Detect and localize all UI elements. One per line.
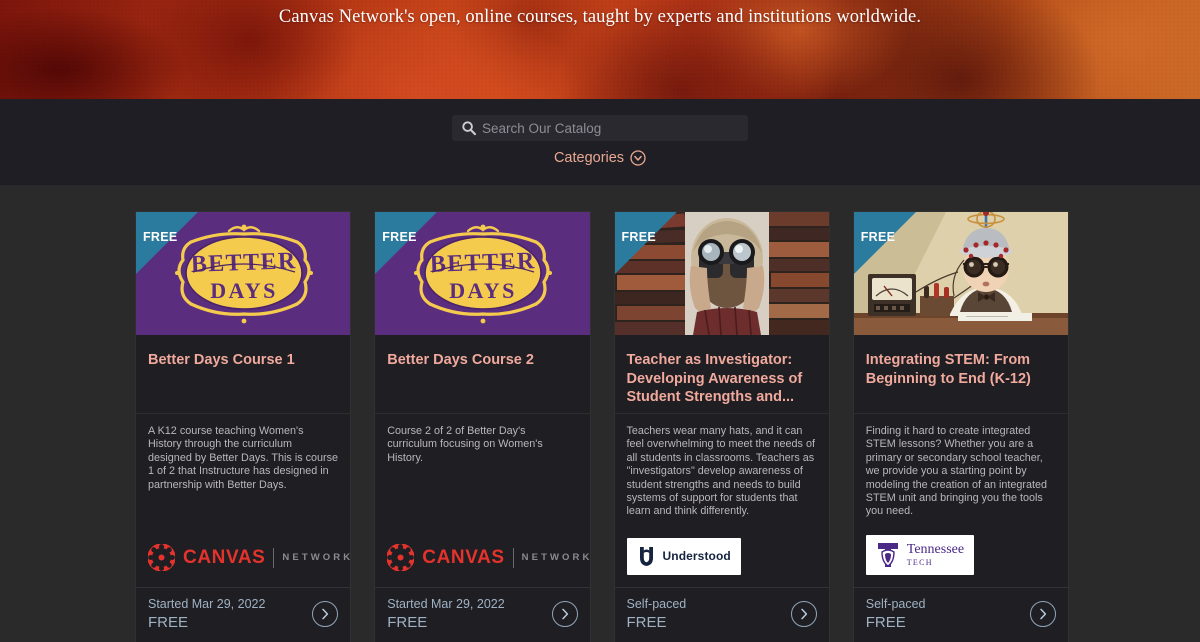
- course-price: FREE: [626, 613, 667, 631]
- course-card-footer: Self-paced FREE: [853, 586, 1068, 642]
- course-title-wrap: Better Days Course 2: [375, 335, 589, 409]
- course-title[interactable]: Teacher as Investigator: Developing Awar…: [615, 335, 829, 407]
- course-price: FREE: [865, 613, 906, 631]
- canvas-network-logo: CANVAS NETWORK: [148, 544, 351, 572]
- tennessee-tech-logo: Tennessee TECH: [865, 534, 975, 575]
- course-card-grid: BETTER DAYS FREE Better Days Course 1 A …: [136, 212, 1068, 642]
- free-badge-label: FREE: [621, 230, 657, 244]
- course-thumbnail: FREE: [614, 212, 829, 335]
- course-title[interactable]: Better Days Course 2: [375, 335, 589, 370]
- course-description: Finding it hard to create integrated STE…: [853, 413, 1068, 519]
- tennessee-tech-mark-icon: [877, 542, 898, 567]
- svg-text:BETTER: BETTER: [429, 248, 536, 278]
- free-badge-label: FREE: [143, 230, 178, 244]
- svg-text:BETTER: BETTER: [190, 248, 297, 278]
- course-schedule: Started Mar 29, 2022: [148, 596, 266, 611]
- course-title-wrap: Teacher as Investigator: Developing Awar…: [615, 335, 829, 409]
- provider-logo-row: Understood: [615, 528, 829, 587]
- course-title-wrap: Integrating STEM: From Beginning to End …: [854, 335, 1068, 409]
- course-card[interactable]: BETTER DAYS FREE Better Days Course 1 A …: [136, 212, 351, 642]
- canvas-wordmark: CANVAS: [422, 546, 505, 568]
- categories-label: Categories: [553, 150, 625, 166]
- search-section: Categories: [0, 99, 1200, 185]
- tennessee-word: Tennessee: [906, 541, 965, 557]
- course-title[interactable]: Integrating STEM: From Beginning to End …: [854, 335, 1068, 388]
- network-wordmark: NETWORK: [282, 552, 351, 564]
- understood-wordmark: Understood: [662, 549, 731, 564]
- provider-logo-row: CANVAS NETWORK: [375, 531, 589, 587]
- course-card[interactable]: FREE Integrating STEM: From Beginning to…: [853, 212, 1068, 642]
- course-schedule: Self-paced: [865, 596, 926, 611]
- canvas-network-logo: CANVAS NETWORK: [387, 544, 590, 572]
- understood-mark-icon: [639, 546, 653, 566]
- canvas-mark-icon: [387, 544, 415, 572]
- course-schedule: Started Mar 29, 2022: [387, 596, 505, 611]
- course-description: Teachers wear many hats, and it can feel…: [614, 413, 829, 519]
- search-box[interactable]: [452, 115, 748, 141]
- hero-banner: Canvas Network's open, online courses, t…: [0, 0, 1200, 99]
- free-badge-label: FREE: [860, 230, 896, 244]
- tech-word: TECH: [906, 557, 933, 567]
- course-description: Course 2 of 2 of Better Day's curriculum…: [375, 413, 590, 465]
- course-thumbnail: FREE: [853, 212, 1068, 335]
- canvas-wordmark: CANVAS: [183, 546, 266, 568]
- provider-logo-row: Tennessee TECH: [854, 525, 1068, 587]
- course-thumbnail: BETTER DAYS FREE: [136, 212, 351, 335]
- course-schedule: Self-paced: [626, 596, 687, 611]
- card-spacer: [375, 465, 589, 531]
- course-title-wrap: Better Days Course 1: [136, 335, 350, 409]
- logo-divider: [512, 547, 514, 568]
- course-card[interactable]: BETTER DAYS FREE Better Days Course 2 Co…: [375, 212, 590, 642]
- course-card-footer: Self-paced FREE: [614, 586, 829, 642]
- free-badge-label: FREE: [382, 230, 417, 244]
- tennessee-tech-wordmark: Tennessee TECH: [906, 541, 965, 567]
- canvas-mark-icon: [148, 544, 175, 572]
- card-spacer: [615, 519, 829, 528]
- course-price: FREE: [148, 613, 189, 631]
- provider-logo-row: CANVAS NETWORK: [136, 531, 350, 587]
- svg-text:DAYS: DAYS: [210, 278, 277, 303]
- course-card-footer: Started Mar 29, 2022 FREE: [375, 586, 590, 642]
- svg-text:DAYS: DAYS: [449, 278, 516, 303]
- course-title[interactable]: Better Days Course 1: [136, 335, 350, 370]
- hero-tagline: Canvas Network's open, online courses, t…: [278, 7, 922, 27]
- network-wordmark: NETWORK: [521, 552, 590, 564]
- logo-divider: [273, 547, 275, 568]
- card-spacer: [136, 492, 350, 531]
- course-thumbnail: BETTER DAYS FREE: [375, 212, 590, 335]
- course-price: FREE: [387, 613, 428, 631]
- categories-toggle[interactable]: Categories: [0, 150, 1200, 166]
- understood-logo: Understood: [626, 537, 741, 575]
- course-card[interactable]: FREE Teacher as Investigator: Developing…: [614, 212, 829, 642]
- search-input[interactable]: [452, 115, 748, 141]
- course-card-footer: Started Mar 29, 2022 FREE: [136, 586, 351, 642]
- chevron-down-circle-icon[interactable]: [630, 150, 646, 166]
- course-description: A K12 course teaching Women's History th…: [136, 413, 351, 492]
